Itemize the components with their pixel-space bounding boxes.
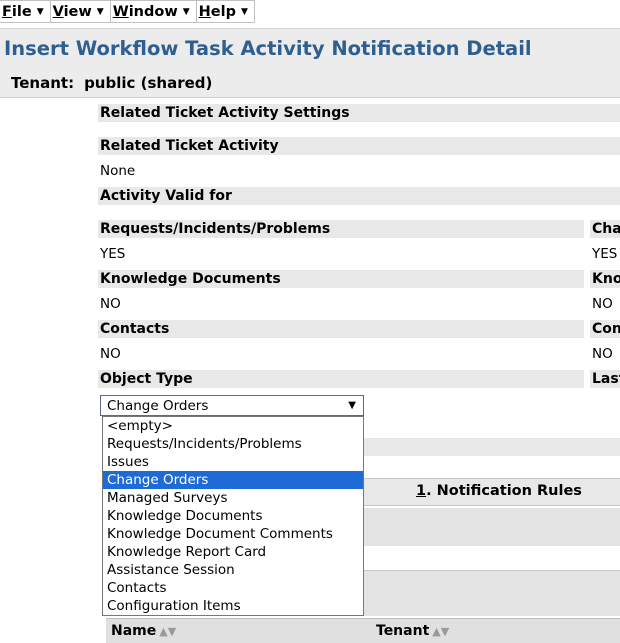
list-header-area	[364, 570, 620, 616]
dropdown-option[interactable]: Knowledge Document Comments	[103, 525, 363, 543]
dropdown-option[interactable]: Issues	[103, 453, 363, 471]
menu-help[interactable]: Help ▼	[196, 0, 255, 23]
change-orders-value: YES	[592, 246, 618, 262]
sort-icon: ▲▼	[159, 625, 177, 638]
dropdown-option[interactable]: Requests/Incidents/Problems	[103, 435, 363, 453]
toolbar-area	[364, 508, 620, 546]
tenant-label: Tenant:	[11, 74, 75, 92]
chevron-down-icon: ▼	[182, 6, 190, 17]
contacts-value: NO	[100, 346, 121, 362]
dropdown-option[interactable]: Change Orders	[103, 471, 363, 489]
object-type-dropdown: <empty> Requests/Incidents/Problems Issues…	[102, 416, 364, 616]
tenant-value: public (shared)	[84, 74, 213, 92]
contacts-label: Contacts	[98, 320, 584, 338]
related-activity-value: None	[100, 163, 136, 179]
change-orders-label: Cha	[590, 220, 620, 238]
knowledge-2-label: Kno	[590, 270, 620, 288]
rip-label: Requests/Incidents/Problems	[98, 220, 584, 238]
title-bar: Insert Workflow Task Activity Notificati…	[0, 28, 620, 70]
tab-bar: 1. Notification Rules	[364, 478, 620, 506]
activity-valid-for-header: Activity Valid for	[98, 187, 620, 205]
sort-icon: ▲▼	[432, 625, 450, 638]
menu-file[interactable]: File ▼	[0, 0, 51, 23]
chevron-down-icon: ▼	[348, 400, 356, 411]
related-activity-label: Related Ticket Activity	[98, 137, 620, 155]
comments-label: Con	[590, 320, 620, 338]
menu-bar: File ▼ View ▼ Window ▼ Help ▼	[0, 0, 255, 26]
object-type-label: Object Type	[98, 370, 584, 388]
hidden-row-header	[364, 438, 620, 456]
knowledge-2-value: NO	[592, 296, 613, 312]
knowledge-documents-label: Knowledge Documents	[98, 270, 584, 288]
chevron-down-icon: ▼	[36, 6, 44, 17]
rip-value: YES	[100, 246, 126, 262]
tenant-bar: Tenant: public (shared)	[0, 70, 620, 98]
page-title: Insert Workflow Task Activity Notificati…	[4, 37, 532, 60]
dropdown-option[interactable]: Assistance Session	[103, 561, 363, 579]
comments-value: NO	[592, 346, 613, 362]
object-type-select[interactable]: Change Orders ▼	[100, 395, 364, 416]
last-label: Last	[590, 370, 620, 388]
dropdown-option[interactable]: Managed Surveys	[103, 489, 363, 507]
chevron-down-icon: ▼	[96, 6, 104, 17]
dropdown-option[interactable]: Contacts	[103, 579, 363, 597]
chevron-down-icon: ▼	[240, 6, 248, 17]
related-settings-header: Related Ticket Activity Settings	[98, 104, 620, 122]
dropdown-option[interactable]: <empty>	[103, 417, 363, 435]
knowledge-documents-value: NO	[100, 296, 121, 312]
dropdown-option[interactable]: Configuration Items	[103, 597, 363, 615]
column-name[interactable]: Name ▲▼	[111, 623, 176, 639]
table-header: Name ▲▼ Tenant ▲▼	[106, 618, 620, 643]
menu-window[interactable]: Window ▼	[110, 0, 197, 23]
tab-notification-rules[interactable]: 1. Notification Rules	[416, 483, 582, 499]
menu-view[interactable]: View ▼	[50, 0, 111, 23]
object-type-current: Change Orders	[107, 398, 209, 414]
dropdown-option[interactable]: Knowledge Documents	[103, 507, 363, 525]
column-tenant[interactable]: Tenant ▲▼	[376, 623, 449, 639]
dropdown-option[interactable]: Knowledge Report Card	[103, 543, 363, 561]
tenant-info: Tenant: public (shared)	[11, 74, 222, 92]
